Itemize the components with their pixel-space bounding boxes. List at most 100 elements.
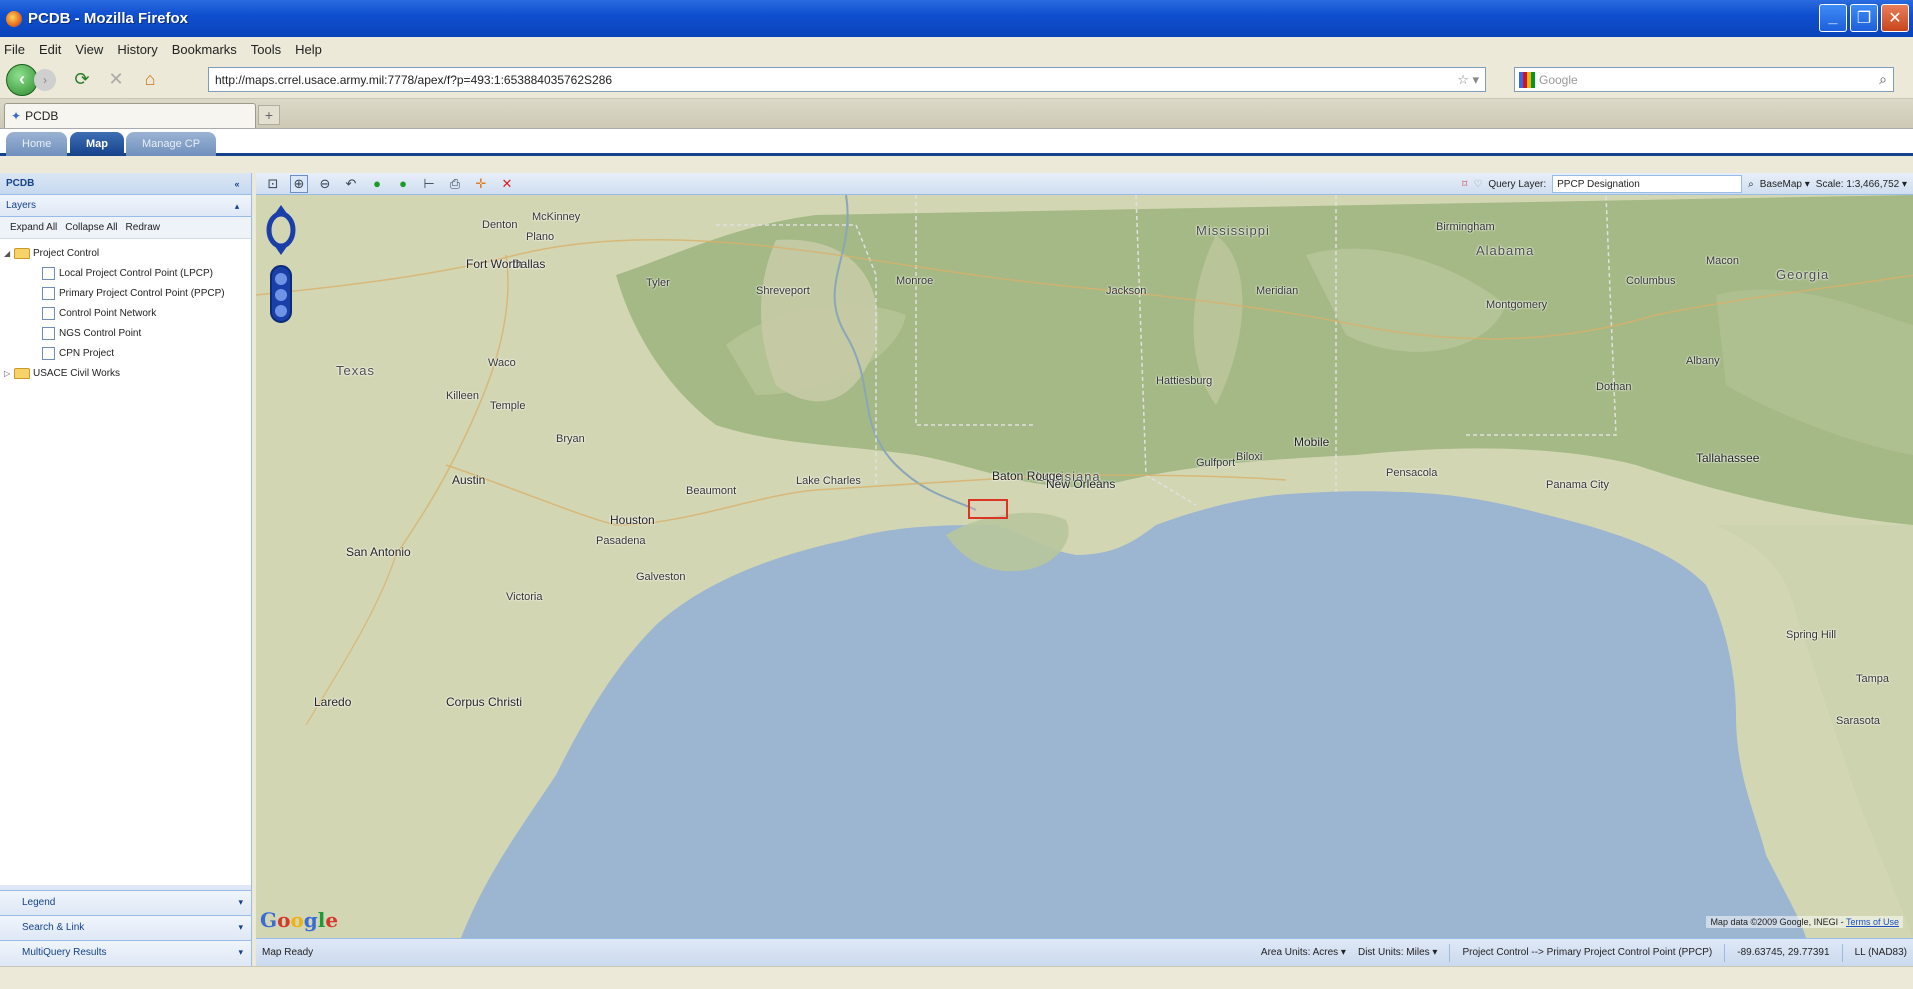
menu-tools[interactable]: Tools	[251, 42, 281, 57]
map-label-corpus-christi: Corpus Christi	[446, 695, 523, 709]
expand-icon[interactable]: ▾	[238, 947, 243, 958]
tab-home[interactable]: Home	[6, 132, 68, 156]
zoom-out-icon[interactable]: ●	[394, 175, 412, 193]
redraw-button[interactable]: Redraw	[126, 222, 160, 233]
menu-help[interactable]: Help	[295, 42, 322, 57]
expand-all-button[interactable]: Expand All	[10, 222, 57, 233]
layer-checkbox[interactable]	[42, 346, 55, 360]
layer-item-cpn-project[interactable]: CPN Project	[4, 343, 247, 363]
tree-folder-project-control[interactable]: ◢ Project Control	[4, 243, 247, 263]
browser-tab-pcdb[interactable]: ✦ PCDB	[4, 103, 256, 128]
zoom-slider[interactable]	[270, 265, 292, 323]
tree-folder-usace-civil-works[interactable]: ▷ USACE Civil Works	[4, 363, 247, 383]
layer-item-ppcp[interactable]: Primary Project Control Point (PPCP)	[4, 283, 247, 303]
layer-item-lpcp[interactable]: Local Project Control Point (LPCP)	[4, 263, 247, 283]
layer-checkbox[interactable]	[42, 266, 55, 280]
terms-of-use-link[interactable]: Terms of Use	[1846, 917, 1899, 927]
identify-icon[interactable]: ✛	[472, 175, 490, 193]
select-icon[interactable]: ⌑	[1462, 179, 1467, 190]
expand-arrow-icon[interactable]: ◢	[4, 249, 14, 258]
map-canvas[interactable]: Texas Louisiana Mississippi Alabama Geor…	[256, 195, 1913, 938]
basemap-button[interactable]: BaseMap ▾	[1760, 179, 1810, 190]
datum-text: LL (NAD83)	[1854, 947, 1907, 958]
query-layer-select[interactable]: PPCP Designation	[1552, 175, 1743, 193]
layer-item-ngs-control-point[interactable]: NGS Control Point	[4, 323, 247, 343]
zoom-in-icon[interactable]: ●	[368, 175, 386, 193]
collapse-all-button[interactable]: Collapse All	[65, 222, 117, 233]
pan-icon[interactable]: ⊡	[264, 175, 282, 193]
query-layer-label: Query Layer:	[1488, 178, 1547, 190]
minimize-button[interactable]: _	[1819, 4, 1847, 32]
zoom-out-knob-icon[interactable]	[275, 305, 287, 317]
firefox-icon	[6, 10, 22, 27]
panel-header: PCDB «	[0, 173, 251, 195]
previous-extent-icon[interactable]: ↶	[342, 175, 360, 193]
close-button[interactable]: ✕	[1881, 4, 1909, 32]
collapse-icon[interactable]: «	[231, 178, 243, 190]
menu-view[interactable]: View	[75, 42, 103, 57]
map-label-tallahassee: Tallahassee	[1696, 451, 1760, 465]
multiquery-panel-header[interactable]: MultiQuery Results ▾	[0, 940, 251, 964]
zoom-in-box-icon[interactable]: ⊕	[290, 174, 308, 193]
search-input[interactable]: Google ⌕	[1514, 67, 1894, 92]
app-tab-strip: Home Map Manage CP	[0, 129, 1913, 156]
map-label-temple: Temple	[490, 400, 526, 412]
map-label-victoria: Victoria	[506, 591, 543, 603]
map-label-denton: Denton	[482, 219, 518, 231]
stop-icon[interactable]: ✕	[104, 68, 128, 92]
magnifier-icon[interactable]: ⌕	[1879, 71, 1887, 88]
search-link-panel-header[interactable]: Search & Link ▾	[0, 915, 251, 939]
home-icon[interactable]: ⌂	[138, 68, 162, 92]
restore-button[interactable]: ❐	[1850, 4, 1878, 32]
selection-box[interactable]	[968, 499, 1008, 519]
layer-checkbox[interactable]	[42, 326, 55, 340]
clear-icon[interactable]: ✕	[498, 175, 516, 193]
layer-item-control-point-network[interactable]: Control Point Network	[4, 303, 247, 323]
bookmark-star-icon[interactable]: ☆ ▾	[1457, 72, 1479, 88]
menu-edit[interactable]: Edit	[39, 42, 61, 57]
map-label-austin: Austin	[452, 473, 486, 487]
map-label-albany: Albany	[1686, 355, 1720, 367]
expand-arrow-icon[interactable]: ▷	[4, 369, 14, 378]
area-units-select[interactable]: Area Units: Acres ▾	[1261, 947, 1346, 958]
reload-icon[interactable]: ⟳	[70, 68, 94, 92]
expand-icon[interactable]: ▾	[238, 922, 243, 933]
map-label-texas: Texas	[336, 363, 375, 378]
map-label-tampa: Tampa	[1856, 673, 1890, 685]
active-layer-text: Project Control --> Primary Project Cont…	[1462, 947, 1713, 958]
zoom-out-box-icon[interactable]: ⊖	[316, 175, 334, 193]
scale-select[interactable]: Scale: 1:3,466,752 ▾	[1816, 179, 1907, 190]
dist-units-select[interactable]: Dist Units: Miles ▾	[1358, 947, 1437, 958]
zoom-thumb-icon[interactable]	[275, 289, 287, 301]
print-icon[interactable]: ⎙	[446, 175, 464, 193]
zoom-in-knob-icon[interactable]	[275, 273, 287, 285]
url-bar[interactable]: http://maps.crrel.usace.army.mil:7778/ap…	[208, 67, 1486, 92]
layer-tools: Expand All Collapse All Redraw	[0, 217, 251, 239]
menu-history[interactable]: History	[117, 42, 157, 57]
pan-arrows-icon[interactable]	[264, 205, 298, 255]
search-icon[interactable]: ⌕	[1748, 179, 1754, 190]
separator	[1841, 943, 1843, 962]
map-label-hattiesburg: Hattiesburg	[1156, 375, 1213, 387]
menu-bar: File Edit View History Bookmarks Tools H…	[0, 37, 1913, 61]
measure-icon[interactable]: ⊢	[420, 175, 438, 193]
layer-label: Control Point Network	[59, 307, 157, 319]
collapse-layers-icon[interactable]: ▴	[231, 200, 243, 212]
map-label-birmingham: Birmingham	[1436, 221, 1495, 233]
layer-label: Local Project Control Point (LPCP)	[59, 267, 213, 279]
map-label-monroe: Monroe	[896, 275, 934, 287]
menu-bookmarks[interactable]: Bookmarks	[172, 42, 237, 57]
legend-panel-header[interactable]: Legend ▾	[0, 890, 251, 914]
lasso-icon[interactable]: ♡	[1473, 179, 1482, 190]
expand-icon[interactable]: ▾	[238, 897, 243, 908]
forward-button[interactable]: ›	[34, 68, 56, 91]
tab-map[interactable]: Map	[70, 132, 124, 156]
tab-manage-cp[interactable]: Manage CP	[126, 132, 217, 156]
layer-checkbox[interactable]	[42, 286, 55, 300]
layers-header[interactable]: Layers ▴	[0, 195, 251, 217]
layer-checkbox[interactable]	[42, 306, 55, 320]
multiquery-label: MultiQuery Results	[22, 947, 107, 958]
new-tab-button[interactable]: +	[258, 105, 280, 125]
menu-file[interactable]: File	[4, 42, 25, 57]
map-label-pasadena: Pasadena	[596, 535, 646, 547]
